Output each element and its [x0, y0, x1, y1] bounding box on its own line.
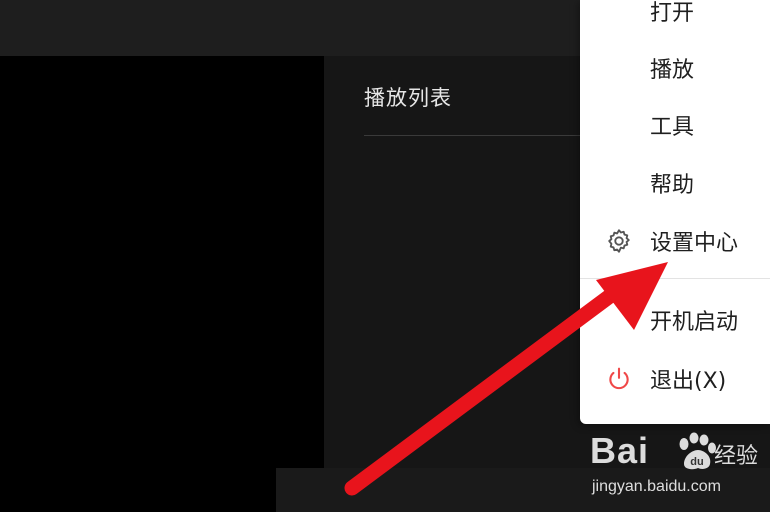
video-area[interactable] — [0, 56, 324, 512]
menu-item-label: 设置中心 — [650, 231, 739, 256]
playlist-title: 播放列表 — [364, 86, 452, 110]
menu-item-tools[interactable]: 工具 — [580, 98, 770, 152]
menu-item-label: 退出(X) — [650, 369, 727, 394]
gear-icon — [604, 226, 634, 256]
context-menu: 打开 播放 工具 帮助 设置中心 开机启动 退出(X) — [580, 0, 770, 424]
watermark-brand: Bai — [590, 430, 650, 471]
menu-item-open[interactable]: 打开 — [580, 0, 770, 38]
baidu-paw-icon: du — [679, 432, 716, 470]
menu-item-label: 播放 — [650, 58, 695, 83]
menu-item-label: 工具 — [650, 115, 695, 140]
menu-item-exit[interactable]: 退出(X) — [580, 352, 770, 406]
menu-item-label: 打开 — [650, 1, 695, 26]
menu-item-label: 开机启动 — [650, 310, 739, 335]
watermark-product: 经验 — [714, 444, 759, 469]
baidu-jingyan-watermark: Bai du 经验 jingyan.baidu.com — [590, 428, 760, 498]
menu-item-help[interactable]: 帮助 — [580, 156, 770, 210]
menu-item-autostart[interactable]: 开机启动 — [580, 293, 770, 347]
menu-separator — [580, 278, 770, 279]
menu-item-label: 帮助 — [650, 173, 695, 198]
watermark-brand-suffix: du — [690, 456, 703, 468]
menu-item-play[interactable]: 播放 — [580, 41, 770, 95]
watermark-url: jingyan.baidu.com — [592, 478, 721, 495]
menu-item-settings-center[interactable]: 设置中心 — [580, 214, 770, 268]
power-icon — [604, 364, 634, 394]
